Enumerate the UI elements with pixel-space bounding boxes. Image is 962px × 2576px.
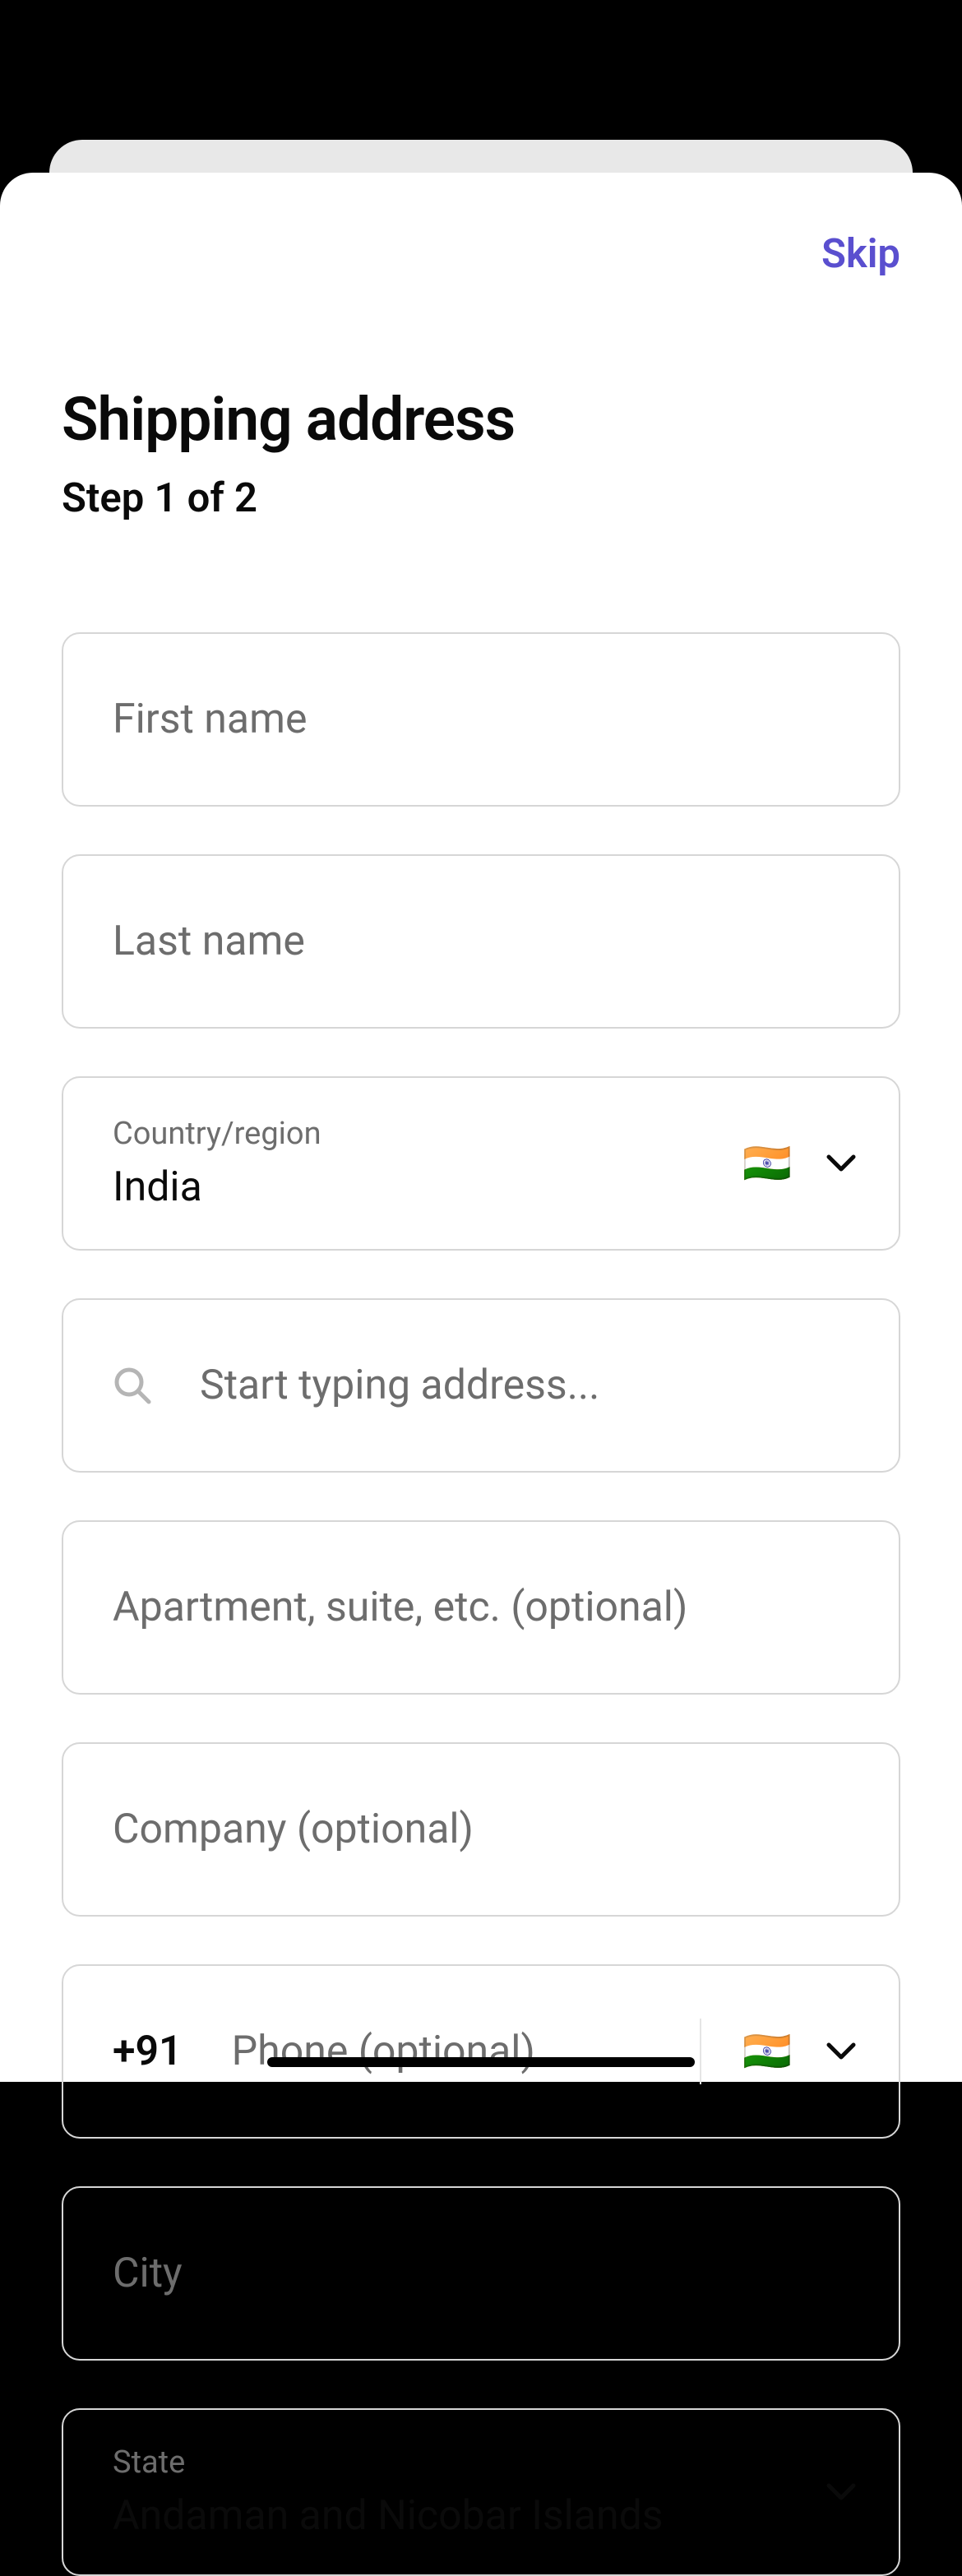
phone-divider <box>700 2019 701 2084</box>
country-field[interactable]: Country/region India 🇮🇳 <box>62 1076 900 1251</box>
address-input[interactable] <box>200 1362 849 1409</box>
form-sheet: Skip Shipping address Step 1 of 2 Countr… <box>0 173 962 2082</box>
home-indicator[interactable] <box>267 2057 695 2067</box>
header-row: Skip <box>62 230 900 277</box>
apartment-field[interactable] <box>62 1520 900 1695</box>
phone-controls: 🇮🇳 <box>742 2032 856 2071</box>
search-icon <box>113 1366 152 1405</box>
company-input[interactable] <box>113 1806 849 1853</box>
phone-field[interactable]: +91 🇮🇳 <box>62 1964 900 2139</box>
state-controls <box>826 2477 856 2507</box>
phone-prefix: +91 <box>113 2028 183 2075</box>
page-title: Shipping address <box>62 384 900 455</box>
city-input[interactable] <box>113 2250 849 2297</box>
last-name-field[interactable] <box>62 854 900 1029</box>
address-field[interactable] <box>62 1298 900 1473</box>
phone-flag-icon: 🇮🇳 <box>742 2032 792 2071</box>
skip-button[interactable]: Skip <box>821 230 900 277</box>
state-value: Andaman and Nicobar Islands <box>113 2492 664 2540</box>
step-indicator: Step 1 of 2 <box>62 474 900 521</box>
city-field[interactable] <box>62 2186 900 2361</box>
country-label: Country/region <box>113 1116 321 1152</box>
chevron-down-icon[interactable] <box>826 1149 856 1178</box>
last-name-input[interactable] <box>113 918 849 965</box>
country-value: India <box>113 1163 202 1211</box>
state-label: State <box>113 2444 185 2481</box>
state-field[interactable]: State Andaman and Nicobar Islands <box>62 2408 900 2576</box>
country-flag-icon: 🇮🇳 <box>742 1144 792 1183</box>
country-controls: 🇮🇳 <box>742 1144 856 1183</box>
form-fields: Country/region India 🇮🇳 <box>62 632 900 2576</box>
chevron-down-icon[interactable] <box>826 2477 856 2507</box>
company-field[interactable] <box>62 1742 900 1917</box>
first-name-field[interactable] <box>62 632 900 807</box>
chevron-down-icon[interactable] <box>826 2037 856 2066</box>
first-name-input[interactable] <box>113 696 849 743</box>
apartment-input[interactable] <box>113 1584 849 1631</box>
